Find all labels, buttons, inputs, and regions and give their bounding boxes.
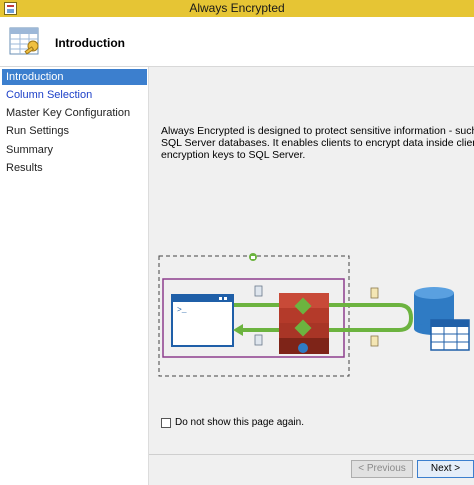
- encrypted-value-icon: [370, 287, 379, 299]
- zone-lock-icon: [249, 253, 257, 261]
- dont-show-again-label: Do not show this page again.: [175, 417, 304, 428]
- svg-text:>_: >_: [177, 306, 187, 315]
- encrypted-value-icon: [370, 335, 379, 347]
- footer-divider: [149, 454, 474, 455]
- encryption-driver-icon: [279, 293, 329, 354]
- description-line: Always Encrypted is designed to protect …: [161, 125, 474, 137]
- arrow-head-left: [233, 324, 243, 336]
- description-text: Always Encrypted is designed to protect …: [161, 125, 474, 161]
- column-key-icon: [254, 285, 263, 297]
- wizard-table-key-icon: [9, 27, 39, 55]
- next-button[interactable]: Next >: [417, 460, 474, 478]
- nav-item-results[interactable]: Results: [2, 160, 147, 176]
- description-line: SQL Server databases. It enables clients…: [161, 137, 474, 149]
- wizard-navigation: Introduction Column Selection Master Key…: [0, 67, 149, 485]
- dont-show-again-checkbox[interactable]: [161, 418, 171, 428]
- title-bar: Always Encrypted: [0, 0, 474, 17]
- page-header: Introduction: [0, 17, 474, 67]
- page-title: Introduction: [55, 36, 125, 50]
- nav-item-run-settings[interactable]: Run Settings: [2, 123, 147, 139]
- nav-item-summary[interactable]: Summary: [2, 142, 147, 158]
- previous-button[interactable]: < Previous: [351, 460, 413, 478]
- column-key-icon: [254, 334, 263, 346]
- nav-item-introduction[interactable]: Introduction: [2, 69, 147, 85]
- nav-item-master-key-configuration[interactable]: Master Key Configuration: [2, 105, 147, 121]
- description-line: encryption keys to SQL Server.: [161, 149, 306, 161]
- window-title: Always Encrypted: [189, 1, 285, 15]
- always-encrypted-diagram: >_: [158, 253, 470, 377]
- application-window-icon: >_: [171, 294, 234, 347]
- content-pane: Always Encrypted is designed to protect …: [149, 67, 474, 485]
- nav-item-column-selection[interactable]: Column Selection: [2, 87, 147, 103]
- sql-server-database-icon: [414, 287, 470, 351]
